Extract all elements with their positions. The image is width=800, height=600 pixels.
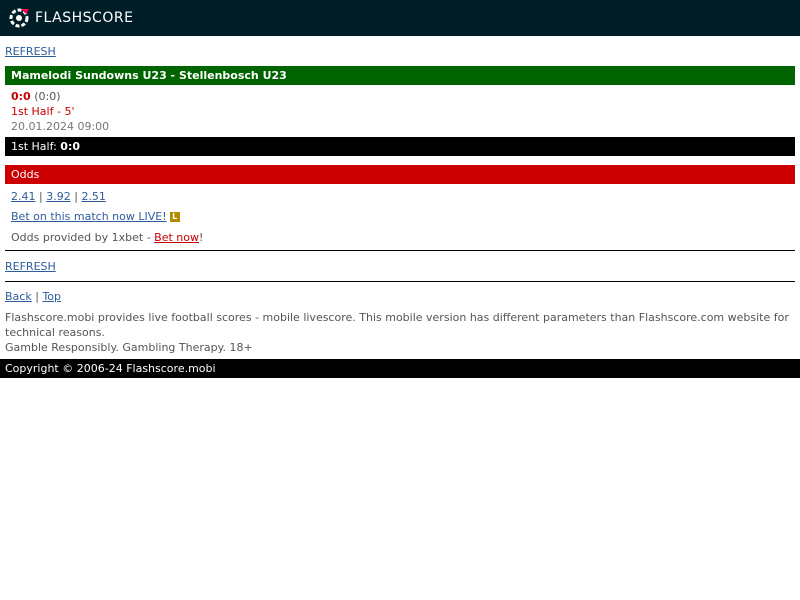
score-sub: (0:0) <box>34 90 61 103</box>
odds-separator: | <box>74 190 78 203</box>
divider <box>5 281 795 282</box>
about-text: Flashscore.mobi provides live football s… <box>5 310 795 355</box>
nav-links: Back | Top <box>5 290 800 304</box>
flashscore-logo-icon[interactable] <box>8 7 30 29</box>
refresh-link-bottom[interactable]: REFRESH <box>5 260 800 273</box>
current-score: 0:0 <box>11 90 31 103</box>
refresh-link-top[interactable]: REFRESH <box>5 45 800 58</box>
score-line: 0:0 (0:0) <box>11 89 800 104</box>
match-period: 1st Half - 5' <box>11 105 75 118</box>
provided-text: Odds provided by 1xbet - <box>11 231 155 244</box>
about-line1: Flashscore.mobi provides live football s… <box>5 311 789 339</box>
live-badge-icon: L <box>169 212 180 222</box>
odds-draw[interactable]: 3.92 <box>46 190 71 203</box>
half-score: 0:0 <box>60 140 81 153</box>
odds-heading: Odds <box>5 165 795 184</box>
footer-copyright: Copyright © 2006-24 Flashscore.mobi <box>0 359 800 378</box>
half-score-bar: 1st Half: 0:0 <box>5 137 795 156</box>
nav-separator: | <box>35 290 39 303</box>
bet-now-link[interactable]: Bet now <box>154 231 199 244</box>
about-line2: Gamble Responsibly. Gambling Therapy. 18… <box>5 341 253 354</box>
score-block: 0:0 (0:0) 1st Half - 5' 20.01.2024 09:00 <box>0 85 800 134</box>
site-header: FLASHSCORE <box>0 0 800 36</box>
provided-suffix: ! <box>199 231 204 244</box>
bet-live-row: Bet on this match now LIVE! L <box>0 204 800 224</box>
bet-live-link[interactable]: Bet on this match now LIVE! <box>11 210 167 224</box>
odds-separator: | <box>39 190 43 203</box>
half-label: 1st Half: <box>11 140 57 153</box>
odds-away[interactable]: 2.51 <box>81 190 106 203</box>
divider <box>5 250 795 251</box>
match-title: Mamelodi Sundowns U23 - Stellenbosch U23 <box>5 66 795 85</box>
odds-provider: Odds provided by 1xbet - Bet now! <box>0 224 800 245</box>
match-datetime: 20.01.2024 09:00 <box>11 120 110 133</box>
odds-home[interactable]: 2.41 <box>11 190 36 203</box>
logo-text[interactable]: FLASHSCORE <box>35 10 133 26</box>
top-link[interactable]: Top <box>42 290 61 303</box>
back-link[interactable]: Back <box>5 290 32 303</box>
odds-values: 2.41 | 3.92 | 2.51 <box>0 184 800 204</box>
